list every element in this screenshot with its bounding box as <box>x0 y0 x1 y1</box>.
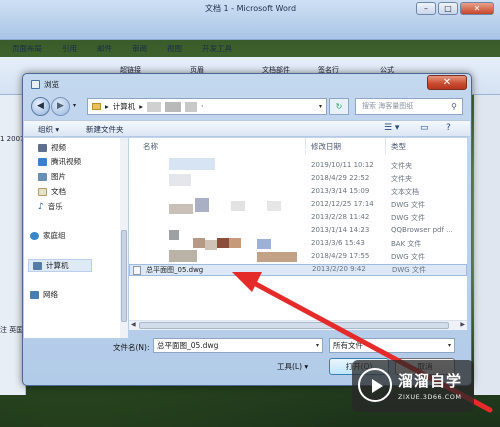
play-logo-icon <box>358 368 392 402</box>
arrow-head <box>232 272 262 292</box>
watermark-url: ZIXUE.3D66.COM <box>398 393 462 401</box>
watermark: 溜溜自学 ZIXUE.3D66.COM <box>352 360 474 412</box>
watermark-title: 溜溜自学 <box>398 372 463 390</box>
